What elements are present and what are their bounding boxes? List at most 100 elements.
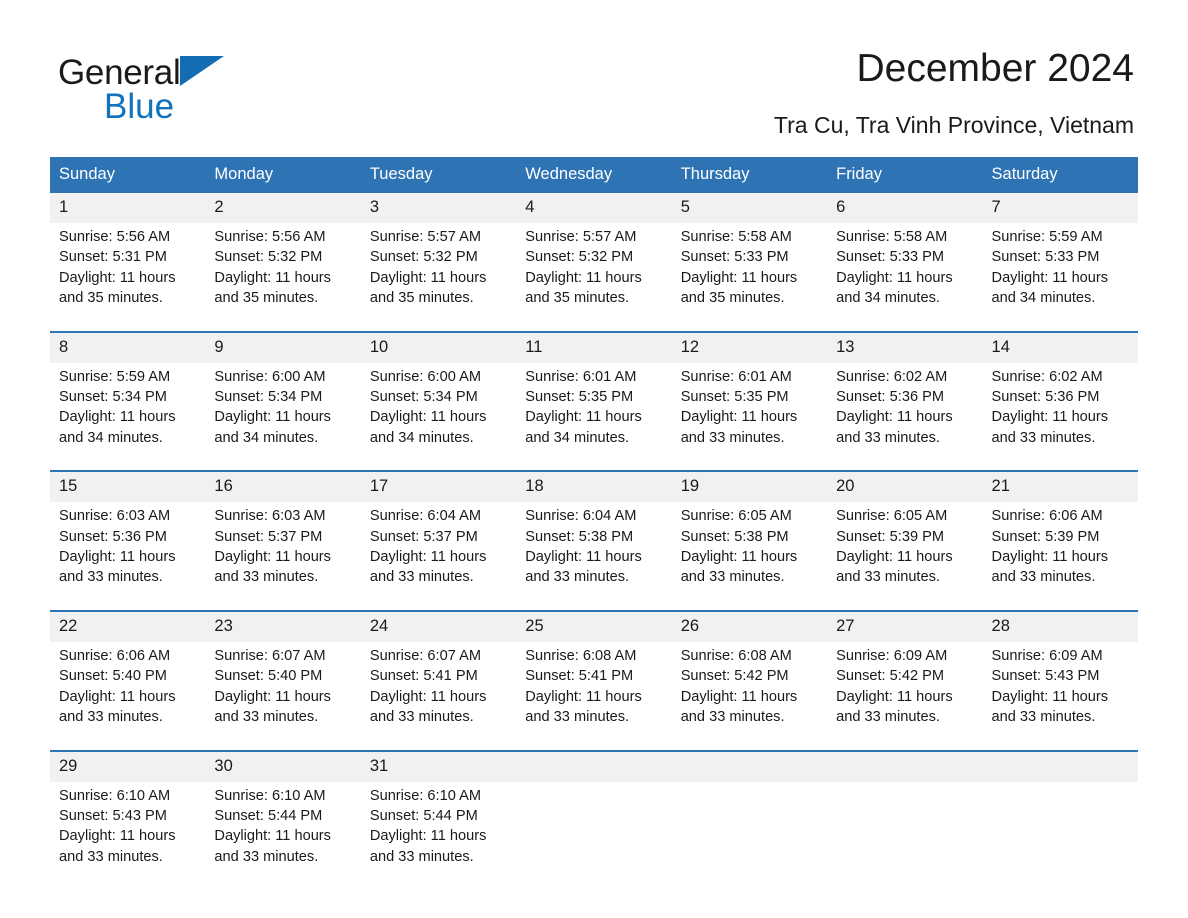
sunrise-text: Sunrise: 5:58 AM (836, 229, 948, 245)
daylight-text: Daylight: 11 hours (991, 549, 1109, 566)
sunset-text: Sunset: 5:37 PM (369, 528, 478, 545)
day-cell[interactable]: Sunrise: 5:58 AM Sunset: 5:33 PM Dayligh… (827, 223, 983, 332)
sunset-text: Sunset: 5:35 PM (525, 389, 634, 406)
sunrise-text: Sunrise: 6:00 AM (369, 368, 481, 385)
day-number[interactable]: 29 (50, 749, 206, 782)
day-cell[interactable]: Sunrise: 5:57 AM Sunset: 5:32 PM Dayligh… (516, 223, 672, 332)
sunset-text: Sunset: 5:35 PM (680, 389, 789, 406)
day-number[interactable]: 14 (982, 330, 1138, 363)
daylight-text: Daylight: 11 hours (680, 269, 798, 286)
day-number[interactable]: 26 (671, 609, 828, 642)
day-number[interactable]: 9 (205, 330, 361, 363)
day-number[interactable]: 7 (982, 193, 1138, 223)
day-cell[interactable]: Sunrise: 6:06 AM Sunset: 5:39 PM Dayligh… (982, 502, 1138, 611)
week-row-daynumbers: 29 30 31 (50, 749, 1138, 782)
day-number[interactable]: 3 (360, 193, 517, 223)
day-number[interactable]: 23 (205, 609, 361, 642)
day-number[interactable]: 8 (50, 330, 206, 363)
day-cell[interactable]: Sunrise: 6:09 AM Sunset: 5:43 PM Dayligh… (982, 641, 1138, 751)
calendar-page: General Blue December 2024 Tra Cu, Tra V… (0, 0, 1188, 918)
day-number[interactable]: 30 (205, 749, 361, 782)
daylight-text-cont: and 35 minutes. (59, 290, 163, 307)
day-number[interactable]: 6 (827, 193, 983, 223)
daylight-text: Daylight: 11 hours (991, 688, 1109, 705)
day-number[interactable]: 20 (827, 470, 983, 503)
day-number[interactable]: 2 (205, 193, 361, 223)
day-cell[interactable]: Sunrise: 6:05 AM Sunset: 5:38 PM Dayligh… (671, 502, 828, 611)
day-cell[interactable]: Sunrise: 6:02 AM Sunset: 5:36 PM Dayligh… (827, 362, 983, 472)
day-cell[interactable]: Sunrise: 6:09 AM Sunset: 5:42 PM Dayligh… (827, 641, 983, 751)
day-number[interactable]: 21 (982, 470, 1138, 503)
day-cell[interactable]: Sunrise: 6:07 AM Sunset: 5:40 PM Dayligh… (205, 641, 361, 751)
sunset-text: Sunset: 5:36 PM (991, 389, 1100, 406)
daylight-text-cont: and 33 minutes. (59, 848, 163, 865)
day-cell[interactable]: Sunrise: 6:10 AM Sunset: 5:43 PM Dayligh… (50, 781, 206, 890)
day-number-empty (671, 749, 828, 782)
day-cell[interactable]: Sunrise: 6:03 AM Sunset: 5:36 PM Dayligh… (50, 502, 206, 611)
sunrise-text: Sunrise: 6:01 AM (525, 368, 637, 385)
day-cell[interactable]: Sunrise: 6:01 AM Sunset: 5:35 PM Dayligh… (671, 362, 828, 472)
day-number[interactable]: 5 (671, 193, 828, 223)
day-cell[interactable]: Sunrise: 6:05 AM Sunset: 5:39 PM Dayligh… (827, 502, 983, 611)
day-cell[interactable]: Sunrise: 5:59 AM Sunset: 5:33 PM Dayligh… (982, 223, 1138, 332)
day-number[interactable]: 19 (671, 470, 828, 503)
daylight-text-cont: and 33 minutes. (991, 569, 1096, 586)
weekday-header-thursday: Thursday (671, 157, 828, 193)
day-cell[interactable]: Sunrise: 6:10 AM Sunset: 5:44 PM Dayligh… (360, 781, 517, 890)
day-number[interactable]: 15 (50, 470, 206, 503)
sunrise-text: Sunrise: 6:01 AM (680, 368, 792, 385)
daylight-text: Daylight: 11 hours (59, 828, 176, 845)
day-cell[interactable]: Sunrise: 6:10 AM Sunset: 5:44 PM Dayligh… (205, 781, 361, 890)
day-cell[interactable]: Sunrise: 6:08 AM Sunset: 5:41 PM Dayligh… (516, 641, 672, 751)
day-cell[interactable]: Sunrise: 5:59 AM Sunset: 5:34 PM Dayligh… (50, 362, 206, 472)
daylight-text-cont: and 33 minutes. (59, 709, 163, 726)
day-number[interactable]: 17 (360, 470, 517, 503)
daylight-text-cont: and 33 minutes. (836, 429, 940, 446)
day-cell[interactable]: Sunrise: 6:03 AM Sunset: 5:37 PM Dayligh… (205, 502, 361, 611)
day-number[interactable]: 27 (827, 609, 983, 642)
daylight-text-cont: and 33 minutes. (836, 709, 940, 726)
day-cell[interactable]: Sunrise: 6:02 AM Sunset: 5:36 PM Dayligh… (982, 362, 1138, 472)
day-number[interactable]: 1 (50, 193, 206, 223)
sunset-text: Sunset: 5:44 PM (214, 807, 323, 824)
daylight-text: Daylight: 11 hours (369, 409, 487, 426)
daylight-text-cont: and 34 minutes. (991, 290, 1096, 307)
sunrise-text: Sunrise: 6:00 AM (214, 368, 326, 385)
day-cell[interactable]: Sunrise: 5:57 AM Sunset: 5:32 PM Dayligh… (360, 223, 517, 332)
day-number[interactable]: 13 (827, 330, 983, 363)
daylight-text-cont: and 35 minutes. (525, 290, 630, 307)
day-number[interactable]: 16 (205, 470, 361, 503)
day-cell[interactable]: Sunrise: 5:56 AM Sunset: 5:31 PM Dayligh… (50, 223, 206, 332)
sunrise-text: Sunrise: 6:02 AM (836, 368, 948, 385)
day-cell[interactable]: Sunrise: 6:04 AM Sunset: 5:38 PM Dayligh… (516, 502, 672, 611)
day-cell[interactable]: Sunrise: 6:01 AM Sunset: 5:35 PM Dayligh… (516, 362, 672, 472)
day-number[interactable]: 4 (516, 193, 672, 223)
day-cell[interactable]: Sunrise: 6:00 AM Sunset: 5:34 PM Dayligh… (360, 362, 517, 472)
day-cell[interactable]: Sunrise: 6:08 AM Sunset: 5:42 PM Dayligh… (671, 641, 828, 751)
day-cell[interactable]: Sunrise: 6:04 AM Sunset: 5:37 PM Dayligh… (360, 502, 517, 611)
week-row-details: Sunrise: 6:10 AM Sunset: 5:43 PM Dayligh… (50, 781, 1138, 890)
day-number[interactable]: 10 (360, 330, 517, 363)
day-number[interactable]: 22 (50, 609, 206, 642)
day-cell[interactable]: Sunrise: 6:06 AM Sunset: 5:40 PM Dayligh… (50, 641, 206, 751)
daylight-text: Daylight: 11 hours (991, 409, 1109, 426)
day-cell[interactable]: Sunrise: 5:56 AM Sunset: 5:32 PM Dayligh… (205, 223, 361, 332)
daylight-text: Daylight: 11 hours (680, 409, 798, 426)
general-blue-logo[interactable]: General Blue (58, 52, 338, 136)
day-number[interactable]: 24 (360, 609, 517, 642)
day-cell[interactable]: Sunrise: 6:00 AM Sunset: 5:34 PM Dayligh… (205, 362, 361, 472)
day-cell[interactable]: Sunrise: 5:58 AM Sunset: 5:33 PM Dayligh… (671, 223, 828, 332)
daylight-text: Daylight: 11 hours (836, 269, 953, 286)
day-number[interactable]: 18 (516, 470, 672, 503)
day-number[interactable]: 12 (671, 330, 828, 363)
sunset-text: Sunset: 5:42 PM (680, 668, 789, 685)
day-number[interactable]: 31 (360, 749, 517, 782)
sunrise-text: Sunrise: 6:09 AM (836, 647, 948, 664)
day-cell[interactable]: Sunrise: 6:07 AM Sunset: 5:41 PM Dayligh… (360, 641, 517, 751)
day-number[interactable]: 11 (516, 330, 672, 363)
week-row-details: Sunrise: 5:56 AM Sunset: 5:31 PM Dayligh… (50, 223, 1138, 332)
day-number[interactable]: 28 (982, 609, 1138, 642)
daylight-text: Daylight: 11 hours (991, 269, 1109, 286)
day-number[interactable]: 25 (516, 609, 672, 642)
sunrise-text: Sunrise: 6:08 AM (680, 647, 792, 664)
